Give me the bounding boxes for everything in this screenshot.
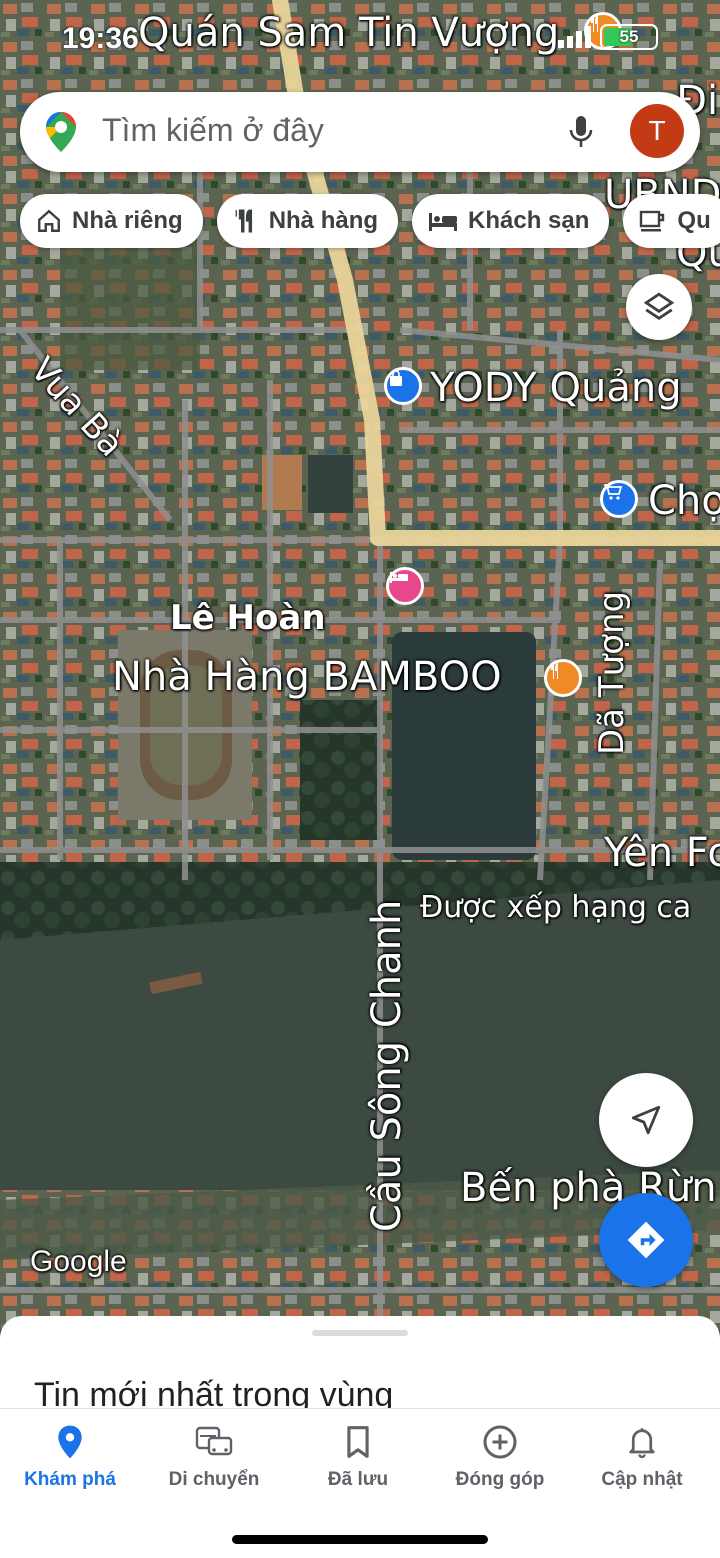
chip-home[interactable]: Nhà riêng bbox=[20, 194, 203, 248]
hotel-icon bbox=[429, 213, 458, 231]
place-label-ben-pha[interactable]: Bến phà Rừn bbox=[460, 1165, 717, 1211]
directions-button[interactable] bbox=[599, 1193, 693, 1287]
google-maps-pin-icon bbox=[46, 112, 76, 152]
nav-label: Khám phá bbox=[24, 1469, 116, 1490]
hotel-pin-icon[interactable] bbox=[386, 567, 424, 605]
nav-label: Đóng góp bbox=[455, 1469, 545, 1490]
restaurant-icon bbox=[235, 209, 252, 233]
place-label-duoc-xep[interactable]: Được xếp hạng ca bbox=[420, 890, 691, 925]
layers-button[interactable] bbox=[626, 274, 692, 340]
home-icon bbox=[38, 209, 60, 232]
chip-label: Qu bbox=[677, 207, 711, 234]
status-icons: 55 bbox=[558, 24, 658, 50]
place-label-quan-sam[interactable]: Quán Sam Tin Vượng bbox=[138, 10, 559, 56]
add-circle-icon bbox=[483, 1425, 517, 1459]
navigation-arrow-icon bbox=[631, 1105, 661, 1135]
nav-label: Đã lưu bbox=[327, 1469, 389, 1490]
place-label-bamboo[interactable]: Nhà Hàng BAMBOO bbox=[112, 654, 502, 700]
area-label-le-hoan: Lê Hoàn bbox=[170, 598, 326, 638]
signal-icon bbox=[558, 26, 591, 48]
nav-saved[interactable]: Đã lưu bbox=[286, 1409, 430, 1509]
street-label-da-tuong: Dã Tượng bbox=[592, 590, 632, 755]
commute-icon bbox=[195, 1426, 233, 1456]
chip-label: Nhà riêng bbox=[72, 207, 183, 234]
chip-cafe[interactable]: Qu bbox=[623, 194, 720, 248]
shopping-bag-pin-icon[interactable] bbox=[384, 367, 422, 405]
sheet-drag-handle[interactable] bbox=[312, 1330, 408, 1336]
bookmark-icon bbox=[347, 1426, 369, 1458]
place-label-yody[interactable]: YODY Quảng bbox=[430, 365, 682, 411]
nav-explore[interactable]: Khám phá bbox=[0, 1409, 142, 1509]
shopping-cart-pin-icon[interactable] bbox=[600, 480, 638, 518]
battery-icon: 55 bbox=[600, 24, 658, 50]
chip-hotels[interactable]: Khách sạn bbox=[412, 194, 610, 248]
place-label-yen-fo[interactable]: Yên Fo bbox=[604, 830, 720, 876]
google-logo: Google bbox=[30, 1245, 127, 1278]
search-bar[interactable]: Tìm kiếm ở đây T bbox=[20, 92, 700, 172]
nav-contribute[interactable]: Đóng góp bbox=[428, 1409, 572, 1509]
search-input[interactable]: Tìm kiếm ở đây bbox=[102, 112, 324, 149]
avatar-letter: T bbox=[648, 115, 666, 146]
restaurant-pin-icon[interactable] bbox=[544, 659, 582, 697]
microphone-icon[interactable] bbox=[568, 114, 594, 150]
chip-label: Khách sạn bbox=[468, 207, 590, 234]
nav-commute[interactable]: Di chuyển bbox=[142, 1409, 286, 1509]
place-label-cho[interactable]: Chợ bbox=[648, 478, 720, 524]
bell-icon bbox=[629, 1428, 655, 1459]
nav-label: Cập nhật bbox=[601, 1469, 683, 1490]
my-location-button[interactable] bbox=[599, 1073, 693, 1167]
home-indicator[interactable] bbox=[232, 1535, 488, 1544]
nav-label: Di chuyển bbox=[168, 1469, 260, 1490]
category-chips: Nhà riêng Nhà hàng Khách sạn Qu bbox=[20, 194, 720, 248]
chip-restaurants[interactable]: Nhà hàng bbox=[216, 194, 399, 248]
street-label-cau-song-chanh: Cầu Sông Chanh bbox=[364, 899, 410, 1232]
avatar[interactable]: T bbox=[630, 104, 684, 158]
explore-pin-icon bbox=[58, 1425, 82, 1459]
cafe-icon bbox=[640, 210, 665, 232]
status-time: 19:36 bbox=[62, 22, 139, 55]
chip-label: Nhà hàng bbox=[268, 207, 379, 234]
layers-icon bbox=[643, 292, 675, 321]
directions-icon bbox=[627, 1221, 665, 1259]
nav-updates[interactable]: Cập nhật bbox=[570, 1409, 714, 1509]
